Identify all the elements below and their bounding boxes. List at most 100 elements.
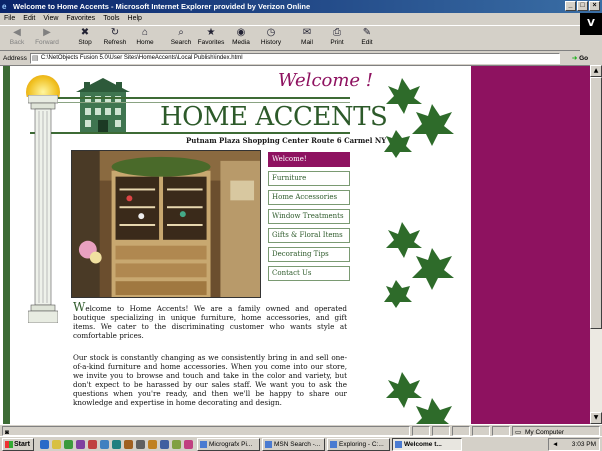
speaker-icon[interactable]: ◄	[552, 439, 558, 450]
menu-tools[interactable]: Tools	[103, 13, 119, 25]
toolbar-label: Edit	[361, 39, 373, 46]
menu-view[interactable]: View	[43, 13, 58, 25]
taskbar-task[interactable]: Exploring - C:...	[327, 438, 390, 451]
nav-item-window-treatments[interactable]: Window Treatments	[268, 209, 350, 224]
quicklaunch-app-icon[interactable]	[136, 440, 145, 449]
toolbar-label: Favorites	[197, 39, 225, 46]
task-label: Exploring - C:...	[339, 441, 384, 448]
media-button[interactable]: ◉ Media	[226, 26, 256, 50]
nav-item-furniture[interactable]: Furniture	[268, 171, 350, 186]
quicklaunch-app-icon[interactable]	[148, 440, 157, 449]
task-label: Welcome t...	[404, 441, 442, 448]
ivy-leaves-graphic	[386, 372, 452, 424]
system-tray: ◄ 3:03 PM	[548, 438, 600, 451]
window-title-bar[interactable]: e Welcome to Home Accents - Microsoft In…	[0, 0, 602, 13]
stop-button[interactable]: ✖ Stop	[70, 26, 100, 50]
mail-button[interactable]: ✉ Mail	[292, 26, 322, 50]
taskbar-task[interactable]: Welcome t...	[392, 438, 462, 451]
toolbar-label: Print	[330, 39, 344, 46]
task-app-icon	[395, 441, 402, 448]
address-bar: Address ▤ C:\NetObjects Fusion 5.0\User …	[0, 51, 602, 65]
toolbar-label: Home	[136, 39, 154, 46]
task-app-icon	[330, 441, 337, 448]
quicklaunch-app-icon[interactable]	[100, 440, 109, 449]
edit-icon: ✎	[362, 27, 372, 38]
house-graphic	[76, 78, 130, 134]
scroll-down-icon[interactable]: ▼	[590, 412, 602, 424]
quicklaunch-app-icon[interactable]	[172, 440, 181, 449]
toolbar-label: Media	[232, 39, 250, 46]
right-maroon-panel	[471, 66, 590, 424]
start-button[interactable]: Start	[2, 438, 34, 451]
ivy-leaves-graphic	[384, 78, 454, 158]
menu-help[interactable]: Help	[128, 13, 142, 25]
maximize-button[interactable]: □	[577, 1, 588, 11]
go-button[interactable]: ➔ Go	[572, 54, 588, 62]
nav-item-welcome[interactable]: Welcome!	[268, 152, 350, 167]
menu-edit[interactable]: Edit	[23, 13, 35, 25]
site-navigation: Welcome! Furniture Home Accessories Window …	[268, 152, 350, 285]
minimize-button[interactable]: _	[565, 1, 576, 11]
search-icon: ⌕	[178, 27, 184, 38]
refresh-icon: ↻	[110, 27, 120, 38]
sun-graphic	[26, 75, 60, 97]
taskbar-task[interactable]: MSN Search -...	[262, 438, 325, 451]
print-icon: ⎙	[333, 27, 341, 38]
favorites-button[interactable]: ★ Favorites	[196, 26, 226, 50]
home-icon: ⌂	[141, 27, 149, 38]
go-arrow-icon: ➔	[571, 55, 578, 62]
scroll-thumb[interactable]	[590, 77, 602, 329]
menu-favorites[interactable]: Favorites	[66, 13, 95, 25]
ivy-leaves-graphic	[384, 222, 454, 308]
search-button[interactable]: ⌕ Search	[166, 26, 196, 50]
taskbar: Start Micrografx Pi... MSN Search -... Exp…	[0, 436, 602, 451]
vertical-scrollbar[interactable]: ▲ ▼	[590, 65, 602, 424]
quicklaunch-app-icon[interactable]	[88, 440, 97, 449]
intro-text: elcome to Home Accents! We are a family …	[73, 304, 347, 340]
taskbar-task[interactable]: Micrografx Pi...	[197, 438, 260, 451]
back-button[interactable]: ◀ Back	[2, 26, 32, 50]
print-button[interactable]: ⎙ Print	[322, 26, 352, 50]
menu-file[interactable]: File	[4, 13, 15, 25]
refresh-button[interactable]: ↻ Refresh	[100, 26, 130, 50]
toolbar-label: Back	[9, 39, 25, 46]
quicklaunch-desktop-icon[interactable]	[64, 440, 73, 449]
quicklaunch-app-icon[interactable]	[124, 440, 133, 449]
forward-button[interactable]: ▶ Forward	[32, 26, 62, 50]
intro-dropcap: W	[73, 300, 86, 314]
scroll-up-icon[interactable]: ▲	[590, 65, 602, 77]
window-title: Welcome to Home Accents - Microsoft Inte…	[13, 2, 311, 11]
quicklaunch-ie-icon[interactable]	[40, 440, 49, 449]
nav-item-contact-us[interactable]: Contact Us	[268, 266, 350, 281]
nav-item-decorating-tips[interactable]: Decorating Tips	[268, 247, 350, 262]
welcome-heading: Welcome !	[278, 70, 374, 91]
address-value: C:\NetObjects Fusion 5.0\User Sites\Home…	[40, 54, 243, 61]
column-graphic	[28, 95, 58, 323]
status-section	[492, 426, 510, 436]
status-message: ◙	[2, 426, 410, 436]
status-page-icon: ◙	[5, 429, 9, 436]
quicklaunch-app-icon[interactable]	[184, 440, 193, 449]
toolbar-label: Stop	[78, 39, 92, 46]
nav-item-home-accessories[interactable]: Home Accessories	[268, 190, 350, 205]
close-button[interactable]: ×	[589, 1, 600, 11]
quicklaunch-app-icon[interactable]	[112, 440, 121, 449]
status-section	[432, 426, 450, 436]
address-input[interactable]: ▤ C:\NetObjects Fusion 5.0\User Sites\Ho…	[29, 52, 560, 64]
edit-button[interactable]: ✎ Edit	[352, 26, 382, 50]
quicklaunch-app-icon[interactable]	[76, 440, 85, 449]
address-label: Address	[3, 54, 27, 62]
mail-icon: ✉	[302, 27, 312, 38]
task-label: Micrografx Pi...	[209, 441, 253, 448]
toolbar-label: Refresh	[103, 39, 127, 46]
clock[interactable]: 3:03 PM	[572, 441, 596, 448]
history-button[interactable]: ◷ History	[256, 26, 286, 50]
quicklaunch-app-icon[interactable]	[160, 440, 169, 449]
header-rule	[30, 132, 350, 134]
page-file-icon: ▤	[31, 54, 39, 62]
home-button[interactable]: ⌂ Home	[130, 26, 160, 50]
quicklaunch-outlook-icon[interactable]	[52, 440, 61, 449]
nav-item-gifts-floral-items[interactable]: Gifts & Floral Items	[268, 228, 350, 243]
status-section	[412, 426, 430, 436]
back-arrow-icon: ◀	[13, 27, 21, 38]
